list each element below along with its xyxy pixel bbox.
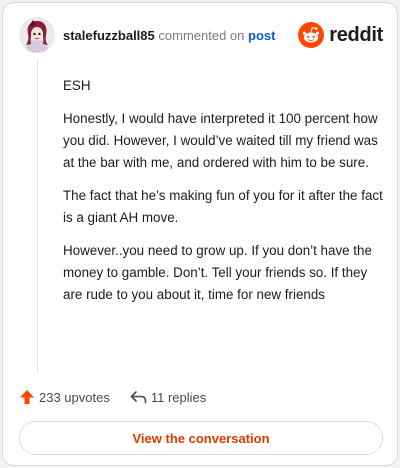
post-link[interactable]: post: [248, 28, 275, 43]
thread-line: [37, 59, 38, 373]
reply-arrow-icon: [130, 391, 147, 404]
reddit-logo[interactable]: reddit: [298, 21, 383, 49]
action-text: commented on: [158, 28, 245, 43]
reply-count: 11 replies: [150, 389, 207, 405]
comment-paragraph: ESH: [63, 78, 91, 93]
comment-paragraph: However..you need to grow up. If you don…: [63, 243, 372, 302]
upvote-arrow-icon: [20, 390, 34, 404]
comment-header: stalefuzzball85 commented on post reddit: [3, 3, 397, 67]
comment-paragraph: The fact that he’s making fun of you for…: [63, 188, 383, 225]
comment-paragraph: Honestly, I would have interpreted it 10…: [63, 111, 378, 170]
reddit-wordmark: reddit: [329, 23, 383, 46]
comment-meta: stalefuzzball85 commented on post: [63, 28, 275, 43]
view-conversation-button[interactable]: View the conversation: [19, 421, 383, 455]
comment-body: ESH Honestly, I would have interpreted i…: [63, 75, 383, 317]
comment-card: stalefuzzball85 commented on post reddit…: [2, 2, 398, 466]
username-link[interactable]: stalefuzzball85: [63, 28, 155, 43]
user-avatar-icon: [19, 17, 55, 53]
upvote-button[interactable]: 233 upvotes: [19, 389, 110, 405]
avatar[interactable]: [19, 17, 55, 53]
replies-button[interactable]: 11 replies: [130, 390, 206, 405]
comment-footer: 233 upvotes 11 replies: [19, 387, 226, 407]
reddit-snoo-icon: [298, 22, 325, 48]
upvote-count: 233 upvotes: [39, 389, 110, 405]
